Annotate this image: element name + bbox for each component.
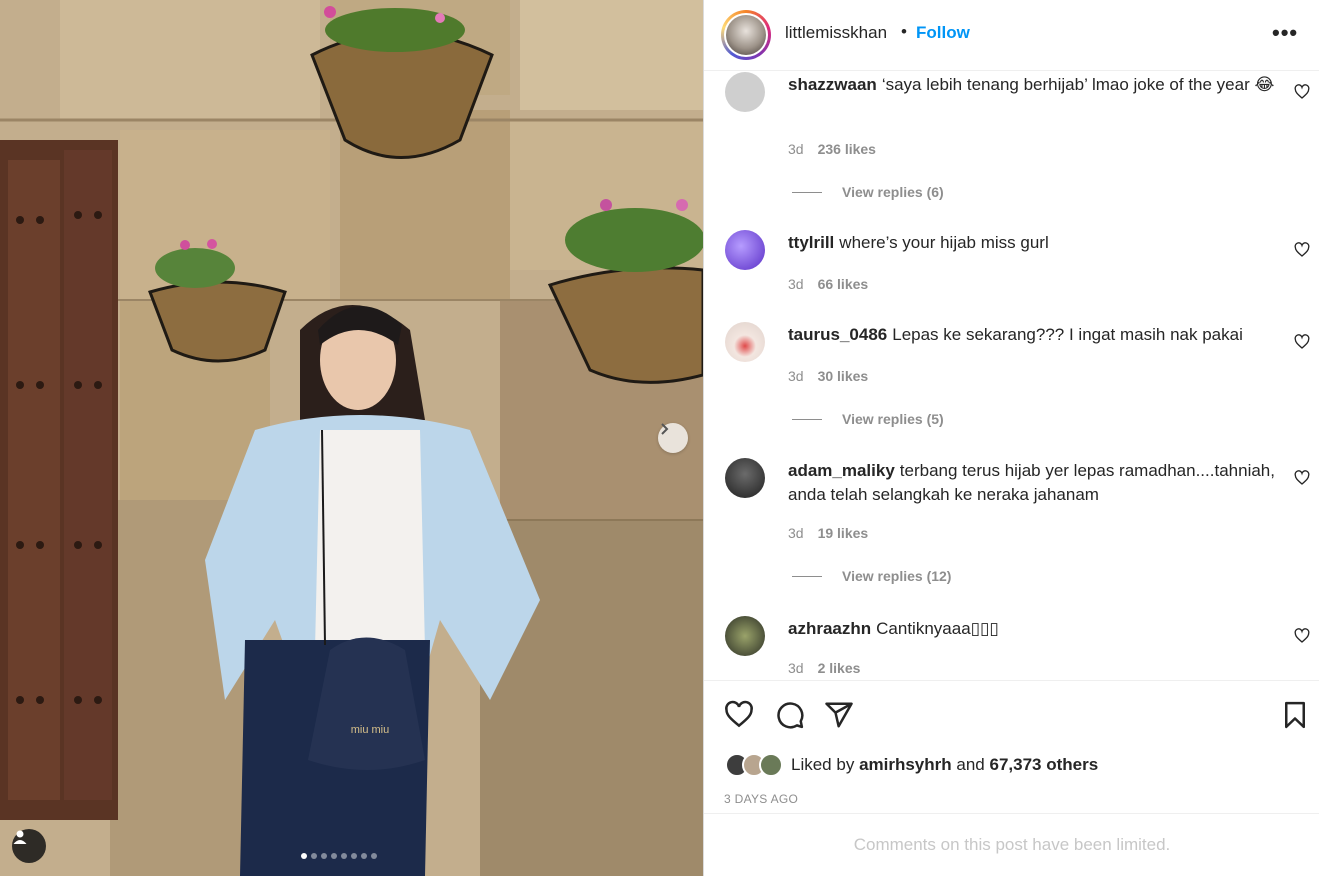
commenter-avatar[interactable] xyxy=(725,72,765,112)
comments-list[interactable]: shazzwaan ‘saya lebih tenang berhijab’ lm… xyxy=(704,72,1319,680)
comment-age: 3d xyxy=(788,141,804,157)
comment-like-heart-icon[interactable] xyxy=(1294,470,1310,486)
author-username[interactable]: littlemisskhan xyxy=(785,23,887,43)
replies-line xyxy=(792,418,822,420)
view-replies-button[interactable]: View replies (6) xyxy=(792,184,944,200)
comment-meta: 3d 30 likes xyxy=(788,368,868,384)
bookmark-icon[interactable] xyxy=(1280,700,1310,730)
avatar-image xyxy=(726,15,766,55)
carousel-indicator xyxy=(301,853,377,859)
comments-limited-notice: Comments on this post have been limited. xyxy=(704,813,1319,876)
comment-like-heart-icon[interactable] xyxy=(1294,628,1310,644)
tagged-users-button[interactable] xyxy=(12,829,46,863)
comment-age: 3d xyxy=(788,276,804,292)
photo-illustration: miu miu xyxy=(0,0,703,876)
more-options-icon[interactable]: ••• xyxy=(1272,22,1298,44)
carousel-dot xyxy=(311,853,317,859)
carousel-dot xyxy=(331,853,337,859)
comment-like-heart-icon[interactable] xyxy=(1294,334,1310,350)
liked-by-user[interactable]: amirhsyhrh xyxy=(859,755,952,775)
view-replies-label: View replies (6) xyxy=(842,184,944,200)
carousel-dot xyxy=(361,853,367,859)
comment-meta: 3d 2 likes xyxy=(788,660,860,676)
comment-likes[interactable]: 30 likes xyxy=(818,368,869,384)
comment-likes[interactable]: 2 likes xyxy=(818,660,861,676)
carousel-dot xyxy=(371,853,377,859)
comment-text: Cantiknyaaa▯▯▯ xyxy=(876,619,999,638)
liked-by-and: and xyxy=(956,755,985,774)
commenter-username[interactable]: azhraazhn xyxy=(788,619,871,638)
commenter-avatar[interactable] xyxy=(725,616,765,656)
comment-icon[interactable] xyxy=(775,700,805,730)
comment-likes[interactable]: 236 likes xyxy=(818,141,876,157)
carousel-dot xyxy=(321,853,327,859)
heart-icon[interactable] xyxy=(724,700,754,730)
post-photo[interactable]: miu miu xyxy=(0,0,703,876)
post-actions: Liked by amirhsyhrh and 67,373 others 3 … xyxy=(704,680,1319,813)
comment-like-heart-icon[interactable] xyxy=(1294,242,1310,258)
user-icon xyxy=(13,830,27,844)
comment-body: taurus_0486 Lepas ke sekarang??? I ingat … xyxy=(788,323,1283,347)
view-replies-button[interactable]: View replies (12) xyxy=(792,568,951,584)
carousel-dot xyxy=(301,853,307,859)
share-icon[interactable] xyxy=(824,700,854,730)
next-image-button[interactable] xyxy=(658,423,688,453)
carousel-dot xyxy=(351,853,357,859)
commenter-username[interactable]: adam_maliky xyxy=(788,461,895,480)
author-avatar[interactable] xyxy=(721,10,771,60)
liked-by-avatars[interactable] xyxy=(725,753,783,777)
replies-line xyxy=(792,191,822,193)
view-replies-label: View replies (12) xyxy=(842,568,952,584)
comment-text: where’s your hijab miss gurl xyxy=(839,233,1049,252)
comment-meta: 3d 19 likes xyxy=(788,525,868,541)
commenter-avatar[interactable] xyxy=(725,322,765,362)
carousel-dot xyxy=(341,853,347,859)
commenter-avatar[interactable] xyxy=(725,230,765,270)
post-side-panel: littlemisskhan • Follow ••• shazzwaan ‘sa… xyxy=(703,0,1319,876)
comment-text: ‘saya lebih tenang berhijab’ lmao joke o… xyxy=(881,75,1275,94)
comment-body: adam_maliky terbang terus hijab yer lepas… xyxy=(788,459,1283,507)
chevron-right-icon xyxy=(661,423,669,435)
comment-age: 3d xyxy=(788,660,804,676)
comment-text: Lepas ke sekarang??? I ingat masih nak p… xyxy=(892,325,1243,344)
commenter-username[interactable]: shazzwaan xyxy=(788,75,877,94)
comment-likes[interactable]: 19 likes xyxy=(818,525,869,541)
separator-dot: • xyxy=(901,22,907,41)
comment-like-heart-icon[interactable] xyxy=(1294,84,1310,100)
liked-by-prefix: Liked by xyxy=(791,755,855,774)
comment-body: azhraazhn Cantiknyaaa▯▯▯ xyxy=(788,617,1283,641)
commenter-avatar[interactable] xyxy=(725,458,765,498)
follow-button[interactable]: Follow xyxy=(916,23,970,43)
comment-meta: 3d 236 likes xyxy=(788,141,876,157)
comment-meta: 3d 66 likes xyxy=(788,276,868,292)
comment-age: 3d xyxy=(788,368,804,384)
replies-line xyxy=(792,575,822,577)
liker-avatar xyxy=(759,753,783,777)
post-date[interactable]: 3 DAYS AGO xyxy=(724,792,798,806)
view-replies-button[interactable]: View replies (5) xyxy=(792,411,944,427)
liked-by-others[interactable]: 67,373 others xyxy=(990,755,1099,775)
comment-body: shazzwaan ‘saya lebih tenang berhijab’ lm… xyxy=(788,73,1283,97)
comment-body: ttylrill where’s your hijab miss gurl xyxy=(788,231,1283,255)
commenter-username[interactable]: ttylrill xyxy=(788,233,834,252)
liked-by-row: Liked by amirhsyhrh and 67,373 others xyxy=(725,753,1098,777)
view-replies-label: View replies (5) xyxy=(842,411,944,427)
comment-age: 3d xyxy=(788,525,804,541)
commenter-username[interactable]: taurus_0486 xyxy=(788,325,887,344)
comment-likes[interactable]: 66 likes xyxy=(818,276,869,292)
svg-text:miu miu: miu miu xyxy=(351,724,390,736)
post-header: littlemisskhan • Follow ••• xyxy=(704,0,1319,71)
